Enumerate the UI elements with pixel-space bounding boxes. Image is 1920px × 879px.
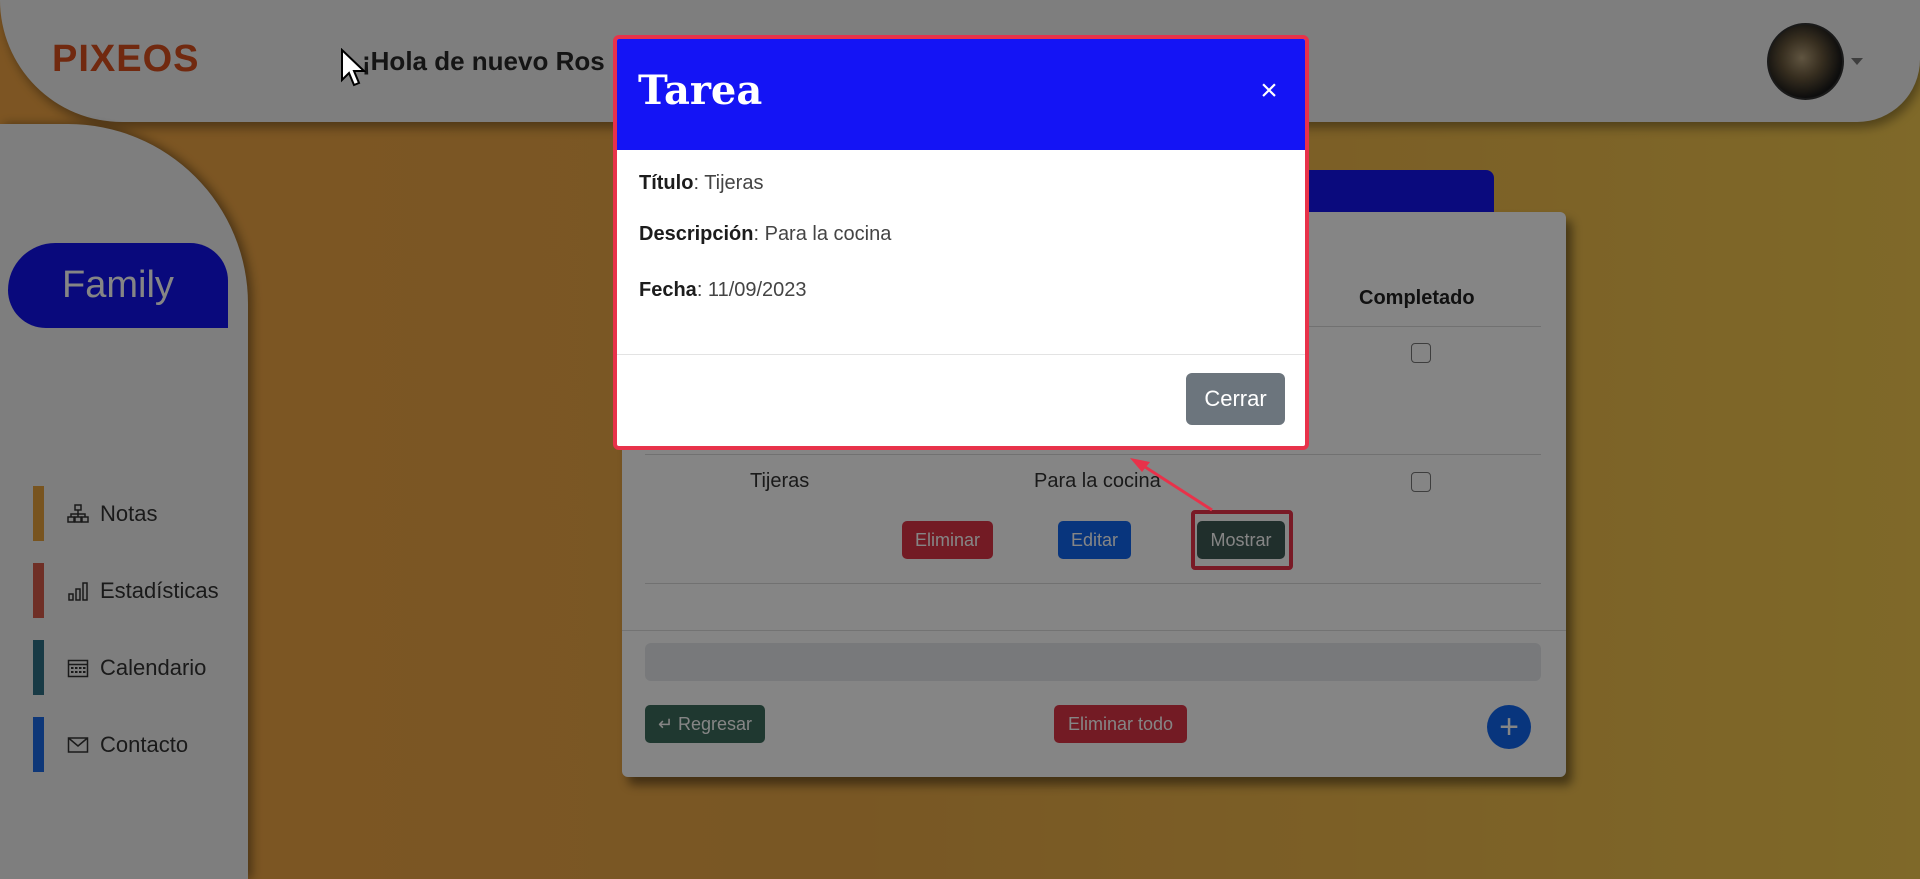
- modal-title: Tarea: [638, 67, 763, 114]
- field-value: : 11/09/2023: [696, 279, 807, 301]
- modal-body: Título: Tijeras Descripción: Para la coc…: [617, 150, 1305, 355]
- close-icon[interactable]: ×: [1255, 76, 1283, 106]
- field-label: Fecha: [639, 279, 697, 301]
- modal-field-date: Fecha: 11/09/2023: [639, 279, 807, 302]
- task-modal: Tarea × Título: Tijeras Descripción: Par…: [613, 35, 1309, 450]
- mouse-cursor-icon: [341, 48, 366, 87]
- field-label: Título: [639, 172, 694, 194]
- modal-footer: Cerrar: [617, 355, 1305, 446]
- field-value: : Para la cocina: [753, 223, 892, 245]
- field-label: Descripción: [639, 223, 754, 245]
- modal-field-description: Descripción: Para la cocina: [639, 223, 891, 246]
- modal-header: Tarea ×: [617, 39, 1305, 150]
- field-value: : Tijeras: [693, 172, 764, 194]
- modal-field-title: Título: Tijeras: [639, 172, 763, 195]
- close-button[interactable]: Cerrar: [1186, 373, 1285, 425]
